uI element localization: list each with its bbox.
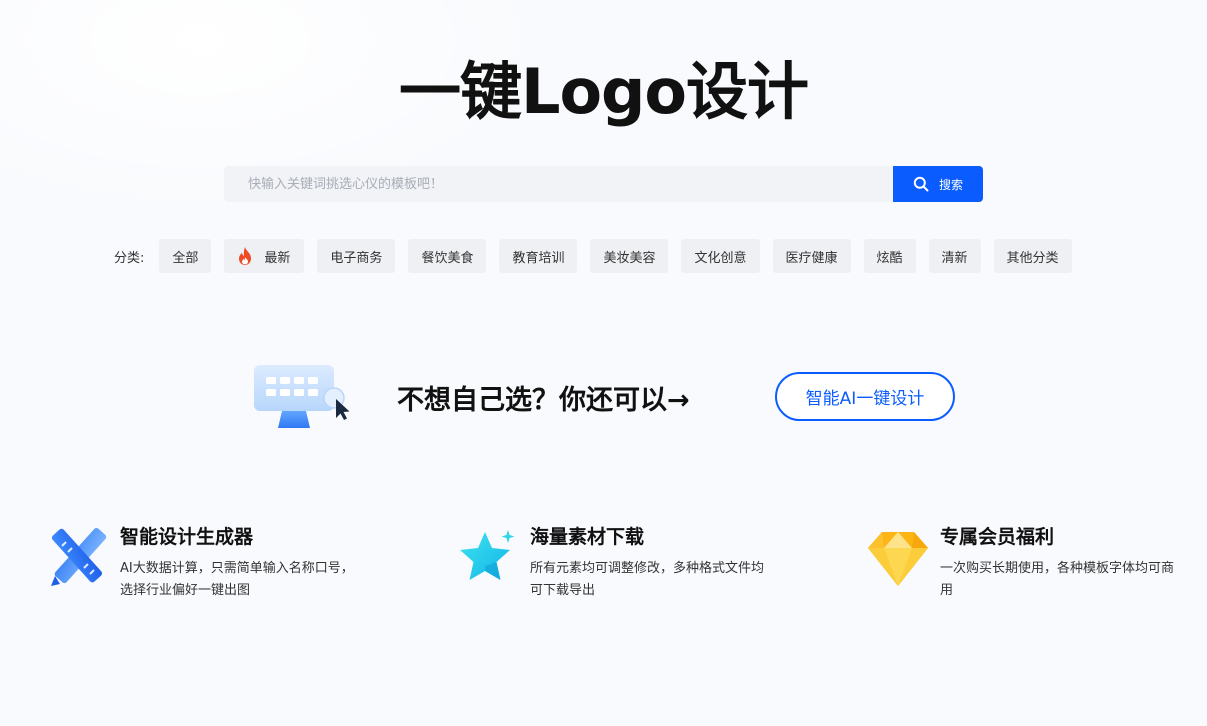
- search-bar: 搜索: [224, 166, 983, 202]
- ai-design-button[interactable]: 智能AI一键设计: [775, 372, 955, 421]
- category-other[interactable]: 其他分类: [993, 239, 1072, 273]
- category-bar: 分类: 全部 最新 电子商务 餐饮美食 教育培训 美妆美容 文化创意 医疗健康: [114, 239, 1085, 273]
- category-chip-label: 最新: [264, 250, 291, 266]
- category-chip-label: 其他分类: [1006, 250, 1059, 266]
- search-input[interactable]: [224, 166, 893, 202]
- feature-desc: AI大数据计算，只需简单输入名称口号，选择行业偏好一键出图: [120, 561, 354, 598]
- page-title: 一键Logo设计: [398, 55, 809, 128]
- category-beauty[interactable]: 美妆美容: [590, 239, 669, 273]
- category-chip-label: 电子商务: [330, 250, 383, 266]
- feature-title: 智能设计生成器: [120, 526, 254, 548]
- category-label: 分类:: [114, 250, 145, 266]
- category-chip-label: 清新: [941, 250, 968, 266]
- feature-desc: 一次购买长期使用，各种模板字体均可商用: [940, 561, 1175, 598]
- feature-title: 海量素材下载: [530, 526, 645, 548]
- search-button-label: 搜索: [938, 177, 963, 192]
- category-chip-label: 炫酷: [876, 250, 903, 266]
- feature-assets-download: 海量素材下载 所有元素均可调整修改，多种格式文件均可下载导出: [458, 520, 788, 610]
- category-education[interactable]: 教育培训: [499, 239, 578, 273]
- ruler-pencil-icon: [51, 527, 107, 586]
- star-icon: [460, 530, 515, 580]
- search-icon: [913, 176, 929, 192]
- search-button[interactable]: 搜索: [893, 166, 983, 202]
- category-chip-label: 教育培训: [512, 250, 565, 266]
- category-chip-label: 文化创意: [694, 250, 747, 266]
- category-chip-label: 医疗健康: [785, 250, 838, 266]
- category-culture[interactable]: 文化创意: [681, 239, 760, 273]
- category-cool[interactable]: 炫酷: [863, 239, 916, 273]
- category-food[interactable]: 餐饮美食: [408, 239, 487, 273]
- feature-member-benefits: 专属会员福利 一次购买长期使用，各种模板字体均可商用: [868, 520, 1198, 610]
- fire-icon: [239, 247, 252, 265]
- feature-title: 专属会员福利: [940, 526, 1055, 548]
- category-medical[interactable]: 医疗健康: [772, 239, 851, 273]
- category-ecommerce[interactable]: 电子商务: [317, 239, 396, 273]
- category-all[interactable]: 全部: [159, 239, 212, 273]
- category-chip-label: 美妆美容: [603, 250, 656, 266]
- category-fresh[interactable]: 清新: [928, 239, 981, 273]
- feature-desc: 所有元素均可调整修改，多种格式文件均可下载导出: [530, 561, 765, 598]
- category-latest[interactable]: 最新: [224, 239, 305, 273]
- promo-text: 不想自己选？你还可以→: [397, 385, 690, 416]
- diamond-icon: [868, 532, 928, 586]
- category-chip-label: 餐饮美食: [421, 250, 474, 266]
- monitor-cursor-icon: [254, 365, 350, 428]
- category-chip-label: 全部: [172, 250, 199, 266]
- feature-ai-generator: 智能设计生成器 AI大数据计算，只需简单输入名称口号，选择行业偏好一键出图: [48, 520, 378, 610]
- page: 一键Logo设计 搜索 分类: 全部 最新 电子商务 餐饮美食: [0, 0, 1207, 726]
- ai-promo: 不想自己选？你还可以→ 智能AI一键设计: [0, 360, 1207, 440]
